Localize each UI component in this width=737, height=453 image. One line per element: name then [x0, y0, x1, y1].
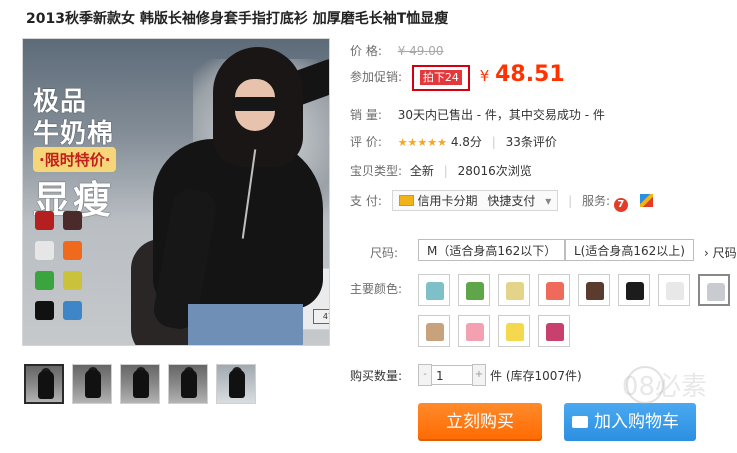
promotion-price: 48.51 [495, 62, 565, 87]
thumbnail-5[interactable] [216, 364, 256, 404]
color-light-gray[interactable] [698, 274, 730, 306]
shirt-thumbnail-icon [707, 283, 725, 301]
sales-label: 销 量: [350, 108, 382, 122]
size-option-m[interactable]: M（适合身高162以下） [418, 239, 566, 261]
shirt-thumbnail-icon [506, 282, 524, 300]
price-label: 价 格: [350, 44, 382, 58]
overlay-swatch-5 [35, 271, 54, 290]
shirt-thumbnail-icon [506, 323, 524, 341]
watermark-text: 08必素 [621, 372, 707, 402]
quantity-decrease-button[interactable]: - [418, 364, 432, 386]
sales-row: 销 量: 30天内已售出 - 件，其中交易成功 - 件 [350, 106, 605, 123]
service-label: 服务: [581, 194, 610, 208]
denim-shorts [188, 304, 303, 345]
thumbnail-3[interactable] [120, 364, 160, 404]
color-yellow[interactable] [498, 315, 530, 347]
add-to-cart-button[interactable]: 加入购物车 [564, 403, 696, 441]
promotion-row: 参加促销: 拍下24 ¥ 48.51 [350, 62, 565, 91]
shirt-thumbnail-icon [626, 282, 644, 300]
overlay-swatch-7 [35, 301, 54, 320]
shirt-thumbnail-icon [426, 323, 444, 341]
thumbnail-strip [24, 364, 256, 404]
quantity-stepper: - 1 + 件 (库存1007件) [418, 364, 582, 386]
rating-label: 评 价: [350, 135, 382, 149]
color-camel[interactable] [418, 315, 450, 347]
shirt-thumbnail-icon [466, 282, 484, 300]
seven-day-return-icon[interactable]: 7 [613, 198, 628, 212]
overlay-swatch-6 [63, 271, 82, 290]
overlay-swatch-1 [35, 211, 54, 230]
shirt-thumbnail-icon [546, 282, 564, 300]
color-pink[interactable] [458, 315, 490, 347]
view-count: 28016次浏览 [457, 164, 532, 178]
buy-now-button[interactable]: 立刻购买 [418, 403, 542, 441]
quick-pay: 快捷支付 [487, 194, 536, 208]
shirt-thumbnail-icon [666, 282, 684, 300]
color-rose-red[interactable] [538, 315, 570, 347]
thumbnail-2[interactable] [72, 364, 112, 404]
promotion-badge-text: 拍下24 [419, 70, 462, 85]
shirt-thumbnail-icon [426, 282, 444, 300]
chevron-down-icon: ▾ [545, 194, 552, 208]
rating-score: 4.8分 [450, 135, 482, 149]
payment-label: 支 付: [350, 194, 382, 208]
colors-label: 主要颜色: [350, 282, 403, 296]
overlay-swatch-8 [63, 301, 82, 320]
color-coral-red[interactable] [538, 274, 570, 306]
quantity-label: 购买数量: [350, 369, 403, 383]
color-black[interactable] [618, 274, 650, 306]
rating-separator: | [491, 135, 496, 149]
promotion-badge[interactable]: 拍下24 [411, 65, 470, 91]
color-sky-blue[interactable] [418, 274, 450, 306]
payment-row: 支 付: 信用卡分期 快捷支付 ▾ | 服务: 7 [350, 190, 653, 212]
main-product-image: 4769 极品 牛奶棉 ·限时特价· 显瘦 [22, 38, 330, 346]
cart-icon [572, 416, 588, 428]
promotion-label: 参加促销: [350, 70, 403, 84]
credit-card-icon [398, 195, 414, 206]
add-to-cart-label: 加入购物车 [594, 412, 679, 432]
thumbnail-4[interactable] [168, 364, 208, 404]
shirt-thumbnail-icon [546, 323, 564, 341]
currency-symbol: ¥ [479, 67, 490, 85]
payment-options[interactable]: 信用卡分期 快捷支付 ▾ [391, 190, 559, 211]
license-plate: 4769 [313, 309, 329, 324]
size-chart-link[interactable]: › 尺码 [704, 244, 737, 261]
shirt-thumbnail-icon [466, 323, 484, 341]
rating-count-link[interactable]: 33条评价 [506, 135, 557, 149]
price-row: 价 格: ¥ 49.00 [350, 42, 444, 59]
rating-row: 评 价: ★★★★★ 4.8分 | 33条评价 [350, 133, 557, 150]
credit-installment: 信用卡分期 [417, 194, 478, 208]
color-coffee[interactable] [578, 274, 610, 306]
size-label-row: 尺码: [350, 244, 398, 261]
original-price: ¥ 49.00 [397, 44, 444, 58]
size-option-l[interactable]: L(适合身高162以上) [565, 239, 694, 261]
shirt-thumbnail-icon [586, 282, 604, 300]
overlay-swatch-3 [35, 241, 54, 260]
color-cream-yellow[interactable] [498, 274, 530, 306]
quantity-increase-button[interactable]: + [472, 364, 486, 386]
promo-line-2: 牛奶棉 [33, 119, 115, 149]
overlay-swatch-4 [63, 241, 82, 260]
rating-stars: ★★★★★ [397, 136, 447, 149]
color-white[interactable] [658, 274, 690, 306]
color-green[interactable] [458, 274, 490, 306]
type-row: 宝贝类型: 全新 | 28016次浏览 [350, 162, 532, 179]
stock-info: 件 (库存1007件) [490, 368, 582, 383]
overlay-swatch-2 [63, 211, 82, 230]
sales-text: 30天内已售出 - 件，其中交易成功 - 件 [397, 108, 605, 122]
product-title: 2013秋季新款女 韩版长袖修身套手指打底衫 加厚磨毛长袖T恤显瘦 [26, 11, 449, 27]
sunglasses [231, 97, 279, 111]
quantity-input[interactable]: 1 [432, 365, 472, 385]
type-value: 全新 [409, 164, 434, 178]
thumbnail-1[interactable] [24, 364, 64, 404]
type-separator: | [443, 164, 448, 178]
quality-guarantee-icon[interactable] [639, 194, 653, 207]
size-label: 尺码: [370, 246, 399, 260]
type-label: 宝贝类型: [350, 164, 403, 178]
